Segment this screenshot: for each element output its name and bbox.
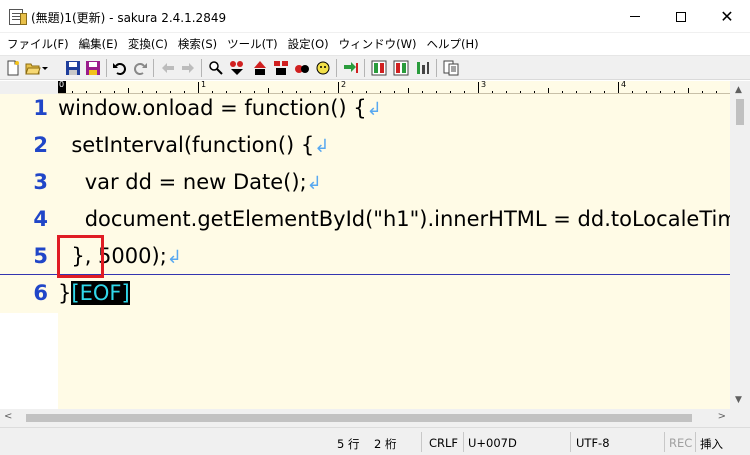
code-text: var dd = new Date(); (58, 170, 307, 194)
code-text: setInterval(function() { (58, 133, 315, 157)
menu-help[interactable]: ヘルプ(H) (422, 33, 484, 55)
line-number: 5 (33, 244, 48, 268)
newline-mark: ↲ (166, 247, 182, 268)
scrollbar-corner (730, 409, 750, 427)
toolbar-separator (153, 59, 154, 77)
cursor-line-underline (58, 274, 730, 275)
vertical-scrollbar[interactable]: ▲ ▼ (730, 81, 750, 409)
new-file-icon[interactable] (5, 60, 21, 76)
cursor-line-marker (0, 274, 58, 275)
sakura-notepad-icon (9, 9, 27, 25)
open-file-icon[interactable] (25, 60, 41, 76)
outline-icon[interactable] (393, 60, 409, 76)
status-separator (463, 432, 464, 452)
split-window-icon[interactable] (415, 60, 431, 76)
code-text: } (58, 281, 72, 305)
scroll-left-arrow-icon[interactable]: < (4, 411, 12, 422)
status-line-ending[interactable]: CRLF (429, 436, 458, 450)
minimize-button[interactable] (612, 0, 658, 33)
toolbar-separator (201, 59, 202, 77)
newline-mark: ↲ (314, 136, 330, 157)
line-number: 3 (33, 170, 48, 194)
menu-bar: ファイル(F) 編集(E) 変換(C) 検索(S) ツール(T) 設定(O) ウ… (0, 33, 750, 55)
undo-icon[interactable] (112, 60, 128, 76)
newline-mark: ↲ (306, 173, 322, 194)
horizontal-scrollbar[interactable]: < > (0, 409, 730, 427)
compare-icon[interactable] (343, 60, 359, 76)
scroll-right-arrow-icon[interactable]: > (718, 411, 726, 422)
status-separator (570, 432, 571, 452)
ruler-corner (0, 81, 58, 94)
toolbar-separator (364, 59, 365, 77)
status-bar: 5 行 2 桁 CRLF U+007D UTF-8 REC 挿入 (0, 427, 750, 455)
title-bar: (無題)1(更新) - sakura 2.4.1.2849 ✕ (0, 0, 750, 33)
status-separator (664, 432, 665, 452)
menu-settings[interactable]: 設定(O) (283, 33, 334, 55)
jump-forward-icon[interactable] (180, 60, 196, 76)
code-text: window.onload = function() { (58, 96, 367, 120)
toolbar-separator (106, 59, 107, 77)
status-column: 2 桁 (374, 437, 397, 451)
line-number-gutter: 1 2 3 4 5 6 (0, 94, 58, 313)
status-row: 5 行 (337, 437, 360, 451)
jump-back-icon[interactable] (160, 60, 176, 76)
code-line: var dd = new Date();↲ (58, 170, 322, 194)
status-rec: REC (669, 436, 693, 450)
menu-window[interactable]: ウィンドウ(W) (334, 33, 422, 55)
menu-convert[interactable]: 変換(C) (123, 33, 173, 55)
status-encoding[interactable]: UTF-8 (576, 436, 610, 450)
code-line: }[EOF] (58, 281, 130, 305)
search-next-icon[interactable] (229, 60, 245, 76)
bookmark-icon[interactable] (315, 60, 331, 76)
column-ruler: 0 1 2 3 4 (58, 81, 730, 94)
save-all-icon[interactable] (85, 60, 101, 76)
maximize-button[interactable] (658, 0, 704, 33)
close-icon: ✕ (720, 6, 734, 26)
status-separator (421, 432, 422, 452)
line-number: 1 (33, 96, 48, 120)
line-number: 4 (33, 207, 48, 231)
minimize-icon (630, 16, 640, 17)
grep-replace-icon[interactable] (273, 60, 289, 76)
grep-icon[interactable] (252, 60, 268, 76)
print-icon[interactable] (443, 60, 459, 76)
maximize-icon (676, 11, 686, 22)
status-char-code: U+007D (468, 436, 517, 450)
status-insert-mode[interactable]: 挿入 (700, 436, 723, 452)
code-text: document.getElementById("h1").innerHTML … (84, 207, 730, 231)
toolbar-separator (436, 59, 437, 77)
status-separator (695, 432, 696, 452)
gutter-empty-area (0, 313, 58, 409)
close-button[interactable]: ✕ (704, 0, 750, 33)
code-line: setInterval(function() {↲ (58, 133, 329, 157)
highlight-annotation-box (57, 235, 104, 278)
scroll-down-arrow-icon[interactable]: ▼ (735, 395, 742, 405)
ruler-ticks (58, 82, 717, 93)
search-prev-icon[interactable] (208, 60, 224, 76)
horizontal-scroll-thumb[interactable] (26, 414, 692, 422)
toolbar-separator (336, 59, 337, 77)
eof-marker: [EOF] (71, 281, 130, 305)
function-list-icon[interactable] (371, 60, 387, 76)
line-number: 6 (33, 281, 48, 305)
find-icon[interactable] (294, 60, 310, 76)
open-dropdown-icon[interactable] (41, 60, 49, 76)
menu-edit[interactable]: 編集(E) (74, 33, 123, 55)
newline-mark: ↲ (366, 99, 382, 120)
line-number: 2 (33, 133, 48, 157)
code-line: window.onload = function() {↲ (58, 96, 382, 120)
text-editor[interactable]: window.onload = function() {↲ setInterva… (58, 94, 730, 409)
vertical-scroll-thumb[interactable] (736, 99, 744, 125)
code-line: document.getElementById("h1").innerHTML … (58, 207, 730, 231)
menu-tools[interactable]: ツール(T) (222, 33, 283, 55)
save-icon[interactable] (65, 60, 81, 76)
redo-icon[interactable] (132, 60, 148, 76)
menu-file[interactable]: ファイル(F) (2, 33, 74, 55)
toolbar (0, 55, 750, 80)
scroll-up-arrow-icon[interactable]: ▲ (735, 85, 742, 95)
window-title: (無題)1(更新) - sakura 2.4.1.2849 (31, 11, 227, 25)
menu-search[interactable]: 検索(S) (173, 33, 222, 55)
